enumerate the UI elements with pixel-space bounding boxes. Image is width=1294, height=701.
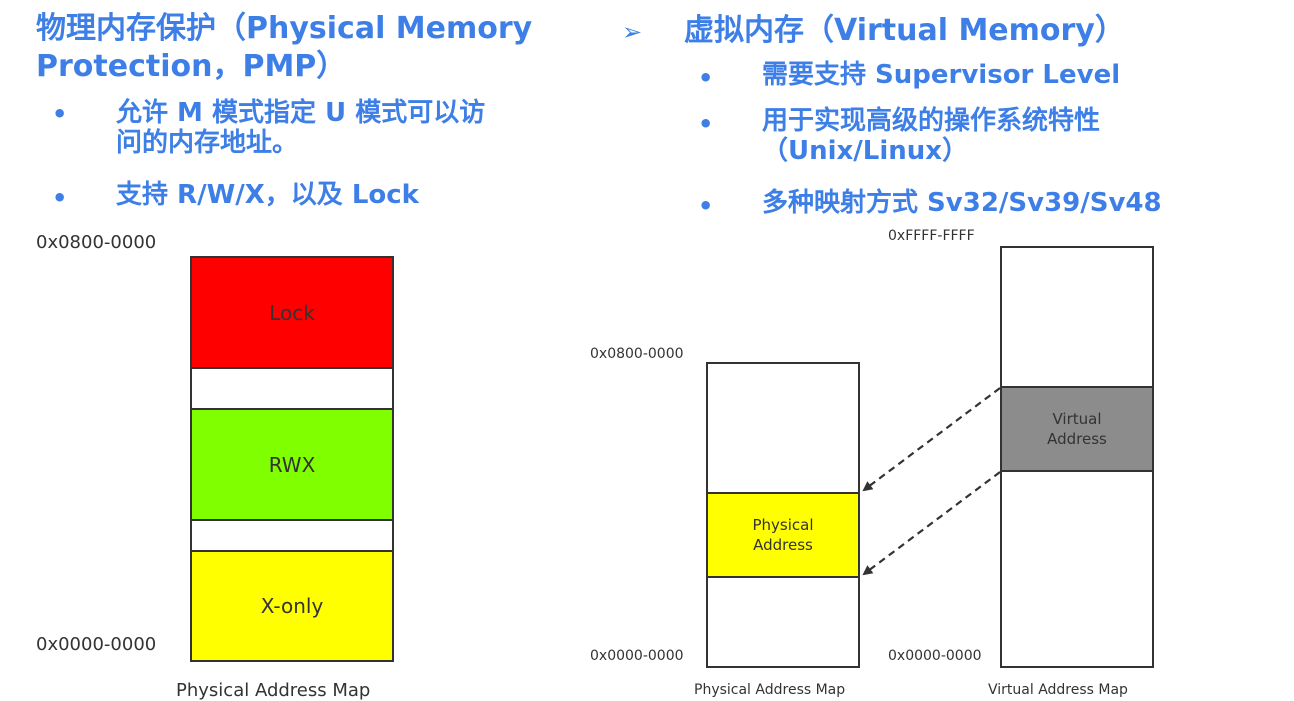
mapping-arrows bbox=[862, 387, 1001, 576]
mapping-arrow-bottom bbox=[862, 471, 1001, 576]
mapping-arrow-top bbox=[862, 387, 1001, 492]
